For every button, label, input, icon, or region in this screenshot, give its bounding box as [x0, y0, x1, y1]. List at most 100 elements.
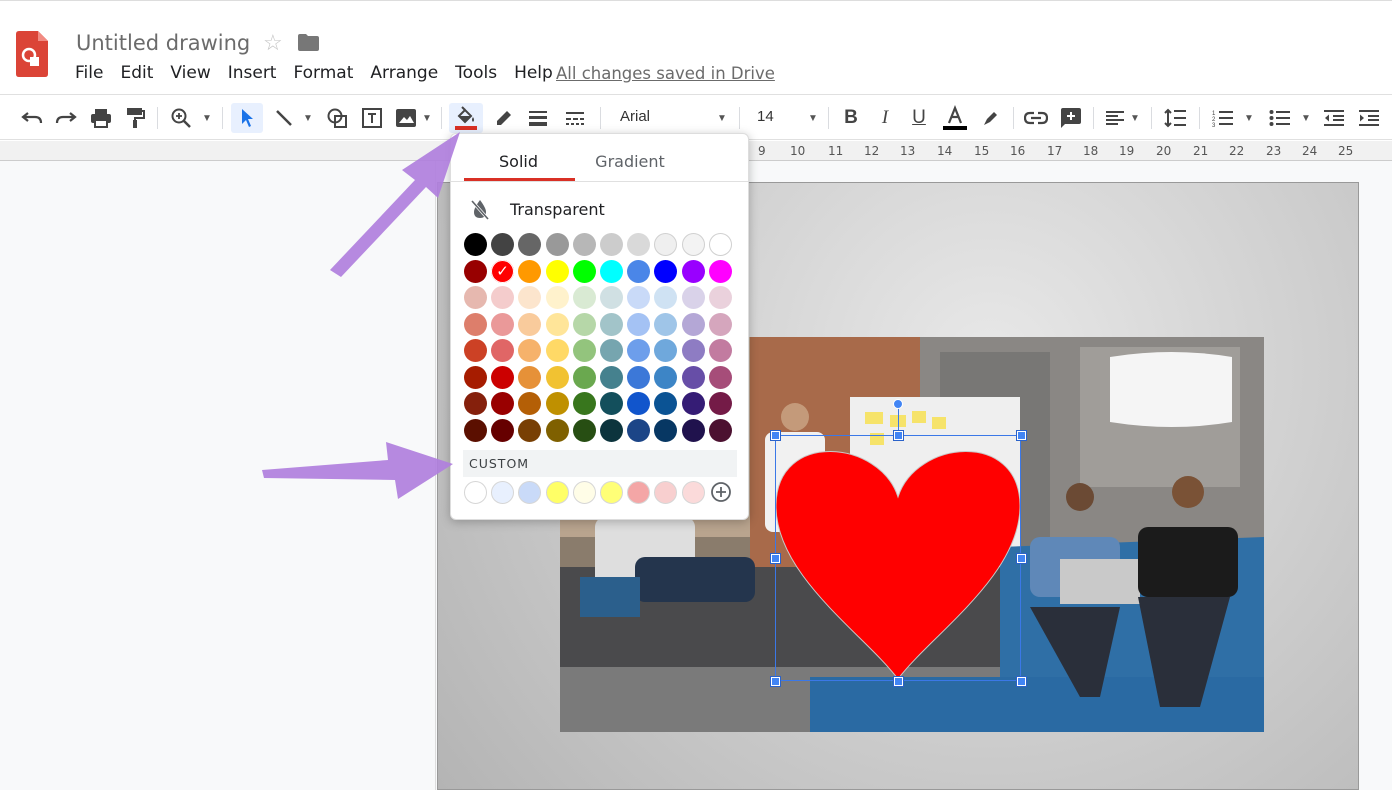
- transparent-option[interactable]: Transparent: [510, 200, 605, 219]
- border-dash-icon[interactable]: [561, 103, 589, 133]
- menu-view[interactable]: View: [170, 63, 210, 83]
- color-swatch[interactable]: [464, 233, 487, 256]
- color-swatch[interactable]: [708, 418, 732, 442]
- color-swatch[interactable]: [572, 418, 596, 442]
- custom-color-swatch[interactable]: [545, 481, 569, 504]
- highlight-color-icon[interactable]: [978, 103, 1004, 133]
- color-swatch[interactable]: [572, 392, 596, 415]
- color-swatch[interactable]: [464, 339, 487, 362]
- color-swatch[interactable]: [600, 259, 623, 283]
- drawings-logo-icon[interactable]: [16, 31, 48, 77]
- zoom-dropdown-icon[interactable]: ▼: [200, 103, 214, 133]
- color-swatch[interactable]: [681, 365, 705, 389]
- color-swatch[interactable]: [518, 312, 542, 336]
- transparent-fill-icon[interactable]: [470, 198, 490, 220]
- color-swatch[interactable]: [600, 392, 623, 415]
- bold-icon[interactable]: B: [838, 103, 864, 133]
- save-status-link[interactable]: All changes saved in Drive: [556, 64, 775, 83]
- menu-edit[interactable]: Edit: [120, 63, 153, 83]
- decrease-indent-icon[interactable]: [1320, 103, 1348, 133]
- italic-icon[interactable]: I: [872, 103, 898, 133]
- color-swatch[interactable]: [627, 312, 651, 336]
- color-swatch[interactable]: [545, 286, 569, 309]
- menu-help[interactable]: Help: [514, 63, 553, 83]
- resize-handle-s[interactable]: [893, 676, 904, 687]
- color-swatch[interactable]: [545, 392, 569, 415]
- align-dropdown-icon[interactable]: ▼: [1128, 103, 1142, 133]
- star-icon[interactable]: ☆: [263, 30, 283, 56]
- line-tool-icon[interactable]: [270, 103, 298, 133]
- color-swatch[interactable]: [491, 312, 515, 336]
- add-custom-color-icon[interactable]: [710, 481, 732, 503]
- border-weight-icon[interactable]: [524, 103, 552, 133]
- custom-color-swatch[interactable]: [681, 481, 705, 504]
- custom-color-swatch[interactable]: [600, 481, 623, 504]
- color-swatch[interactable]: [572, 312, 596, 336]
- color-swatch[interactable]: [708, 312, 732, 336]
- color-swatch[interactable]: [545, 365, 569, 389]
- color-swatch[interactable]: [681, 233, 705, 256]
- font-dropdown-icon[interactable]: ▼: [715, 103, 729, 133]
- custom-color-swatch[interactable]: [464, 481, 487, 504]
- color-swatch[interactable]: [600, 418, 623, 442]
- color-swatch[interactable]: [627, 418, 651, 442]
- border-color-icon[interactable]: [490, 103, 518, 133]
- numbered-list-dropdown-icon[interactable]: ▼: [1242, 103, 1256, 133]
- resize-handle-w[interactable]: [770, 553, 781, 564]
- color-swatch[interactable]: [708, 286, 732, 309]
- color-swatch[interactable]: [708, 233, 732, 256]
- color-swatch[interactable]: [681, 259, 705, 283]
- select-tool-icon[interactable]: [231, 103, 263, 133]
- menu-format[interactable]: Format: [293, 63, 353, 83]
- bulleted-list-icon[interactable]: [1266, 103, 1294, 133]
- color-swatch[interactable]: [518, 418, 542, 442]
- color-swatch[interactable]: [464, 259, 487, 283]
- color-swatch[interactable]: [572, 365, 596, 389]
- print-icon[interactable]: [87, 103, 115, 133]
- font-selector[interactable]: Arial: [620, 108, 650, 125]
- link-icon[interactable]: [1022, 103, 1050, 133]
- folder-icon[interactable]: [298, 34, 319, 51]
- menu-file[interactable]: File: [75, 63, 103, 83]
- undo-icon[interactable]: [18, 103, 46, 133]
- increase-indent-icon[interactable]: [1355, 103, 1383, 133]
- color-swatch[interactable]: [464, 418, 487, 442]
- resize-handle-ne[interactable]: [1016, 430, 1027, 441]
- resize-handle-sw[interactable]: [770, 676, 781, 687]
- resize-handle-n[interactable]: [893, 430, 904, 441]
- color-swatch[interactable]: [572, 233, 596, 256]
- color-swatch[interactable]: [681, 418, 705, 442]
- color-swatch[interactable]: [491, 365, 515, 389]
- menu-arrange[interactable]: Arrange: [370, 63, 438, 83]
- zoom-icon[interactable]: [166, 103, 196, 133]
- color-swatch[interactable]: [708, 392, 732, 415]
- color-swatch[interactable]: [708, 259, 732, 283]
- paint-format-icon[interactable]: [121, 103, 149, 133]
- color-swatch[interactable]: [627, 259, 651, 283]
- text-color-icon[interactable]: [940, 103, 970, 133]
- color-swatch[interactable]: [518, 259, 542, 283]
- color-swatch[interactable]: [654, 312, 678, 336]
- color-swatch[interactable]: [518, 365, 542, 389]
- image-dropdown-icon[interactable]: ▼: [420, 103, 434, 133]
- color-swatch[interactable]: [600, 233, 623, 256]
- color-swatch[interactable]: [600, 339, 623, 362]
- line-spacing-icon[interactable]: [1161, 103, 1189, 133]
- color-swatch[interactable]: [681, 286, 705, 309]
- tab-solid[interactable]: Solid: [462, 152, 575, 171]
- color-swatch[interactable]: [654, 418, 678, 442]
- color-swatch[interactable]: [654, 259, 678, 283]
- color-swatch[interactable]: [572, 339, 596, 362]
- align-icon[interactable]: [1102, 103, 1128, 133]
- font-size-dropdown-icon[interactable]: ▼: [806, 103, 820, 133]
- color-swatch[interactable]: [600, 312, 623, 336]
- line-dropdown-icon[interactable]: ▼: [301, 103, 315, 133]
- custom-color-swatch[interactable]: [572, 481, 596, 504]
- tab-gradient[interactable]: Gradient: [580, 152, 680, 171]
- menu-tools[interactable]: Tools: [455, 63, 497, 83]
- text-box-icon[interactable]: [358, 103, 386, 133]
- color-swatch[interactable]: [464, 392, 487, 415]
- font-size-selector[interactable]: 14: [757, 108, 774, 125]
- color-swatch[interactable]: [491, 418, 515, 442]
- document-title[interactable]: Untitled drawing: [76, 31, 250, 55]
